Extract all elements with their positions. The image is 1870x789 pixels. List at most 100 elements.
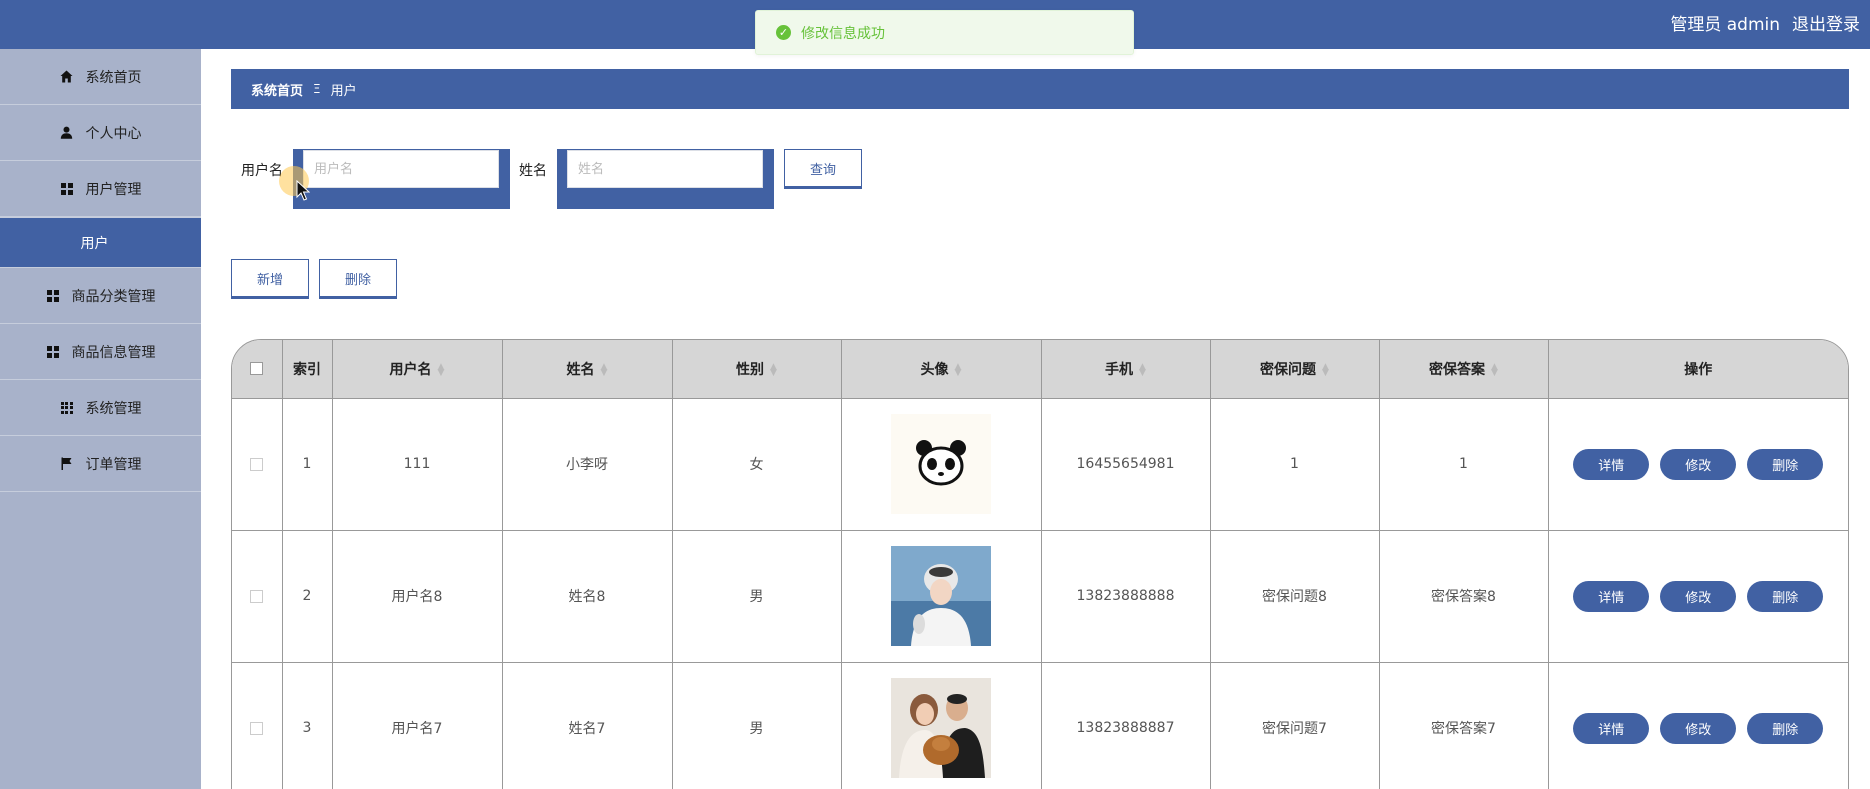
delete-button[interactable]: 删除: [1747, 580, 1824, 612]
column-header[interactable]: 头像 ▲ ▼: [841, 340, 1042, 399]
column-header-label: 头像: [920, 361, 949, 378]
edit-button[interactable]: 修改: [1660, 712, 1737, 744]
breadcrumb: 系统首页 Ξ 用户: [231, 69, 1849, 109]
detail-button[interactable]: 详情: [1573, 580, 1650, 612]
cell-gender: 女: [672, 398, 842, 531]
row-select-cell: [232, 530, 283, 663]
breadcrumb-current: 用户: [330, 83, 357, 99]
username-search-input[interactable]: [303, 150, 499, 188]
row-checkbox[interactable]: [250, 589, 264, 603]
panda-avatar: [891, 414, 991, 514]
sidebar-item-home[interactable]: 系统首页: [0, 49, 201, 105]
edit-button[interactable]: 修改: [1660, 580, 1737, 612]
sidebar-item-product-management[interactable]: 商品信息管理: [0, 324, 201, 380]
cell-avatar: [841, 530, 1042, 663]
cell-name: 姓名8: [502, 530, 673, 663]
row-checkbox[interactable]: [250, 721, 264, 735]
sort-icon[interactable]: ▲ ▼: [1491, 362, 1498, 377]
sidebar-item-label: 订单管理: [85, 456, 142, 473]
user-icon: [60, 126, 74, 140]
column-header[interactable]: 姓名 ▲ ▼: [502, 340, 673, 399]
delete-button[interactable]: 删除: [1747, 448, 1824, 480]
grid-icon: [60, 182, 74, 196]
sort-icon[interactable]: ▲ ▼: [770, 362, 777, 377]
home-icon: [60, 70, 74, 84]
cell-username: 111: [332, 398, 503, 531]
grid-icon: [46, 289, 60, 303]
detail-button[interactable]: 详情: [1573, 448, 1650, 480]
edit-button[interactable]: 修改: [1660, 448, 1737, 480]
cell-question: 密保问题8: [1210, 530, 1380, 663]
sort-icon[interactable]: ▲ ▼: [1322, 362, 1329, 377]
sidebar-item-label: 系统首页: [85, 69, 142, 86]
cell-operations: 详情 修改 删除: [1548, 530, 1848, 663]
sidebar-item-label: 商品信息管理: [71, 344, 156, 361]
table-row: 3 用户名7 姓名7 男 13823888887 密保问题7 密保答案7 详情 …: [232, 662, 1848, 789]
sidebar: 系统首页 个人中心 用户管理 用户 商品分类管理 商品信息管理 系统管理 订单管…: [0, 49, 201, 789]
sort-icon[interactable]: ▲ ▼: [438, 362, 445, 377]
toast-message: 修改信息成功: [801, 25, 885, 42]
query-button[interactable]: 查询: [784, 149, 862, 189]
column-header: 索引: [282, 340, 333, 399]
cell-index: 1: [282, 398, 333, 531]
table-header-row: 索引 用户名 ▲ ▼ 姓名 ▲ ▼ 性别 ▲ ▼ 头像 ▲ ▼ 手机 ▲ ▼ 密保问题 ▲ ▼ 密保答案…: [232, 340, 1848, 399]
column-header-label: 手机: [1105, 361, 1134, 378]
column-header[interactable]: 密保问题 ▲ ▼: [1210, 340, 1380, 399]
sort-icon[interactable]: ▲ ▼: [955, 362, 962, 377]
add-button[interactable]: 新增: [231, 259, 309, 299]
sort-icon[interactable]: ▲ ▼: [601, 362, 608, 377]
cell-operations: 详情 修改 删除: [1548, 662, 1848, 789]
select-all-cell: [232, 340, 283, 399]
detail-button[interactable]: 详情: [1573, 712, 1650, 744]
column-header[interactable]: 手机 ▲ ▼: [1041, 340, 1211, 399]
mouse-pointer-icon: [296, 179, 311, 206]
row-checkbox[interactable]: [250, 457, 264, 471]
column-header[interactable]: 密保答案 ▲ ▼: [1379, 340, 1549, 399]
photo-avatar: [891, 546, 991, 646]
sidebar-subitem-users[interactable]: 用户: [0, 217, 201, 268]
row-select-cell: [232, 662, 283, 789]
select-all-checkbox[interactable]: [250, 362, 264, 376]
sidebar-item-label: 商品分类管理: [71, 288, 156, 305]
table-row: 1 111 小李呀 女 16455654981 1 1 详情 修改 删除: [232, 398, 1848, 531]
cell-name: 姓名7: [502, 662, 673, 789]
cell-question: 1: [1210, 398, 1380, 531]
name-search-input[interactable]: [567, 150, 763, 188]
success-toast: ✓ 修改信息成功: [755, 10, 1134, 55]
user-area: 管理员 admin 退出登录: [1670, 10, 1860, 35]
sidebar-item-label: 用户管理: [85, 181, 142, 198]
photo-avatar: [891, 678, 991, 778]
delete-button[interactable]: 删除: [1747, 712, 1824, 744]
username-label: 用户名: [241, 163, 283, 179]
sidebar-item-order-management[interactable]: 订单管理: [0, 436, 201, 492]
cell-avatar: [841, 662, 1042, 789]
sidebar-item-category-management[interactable]: 商品分类管理: [0, 268, 201, 324]
cell-phone: 13823888887: [1041, 662, 1211, 789]
column-header[interactable]: 性别 ▲ ▼: [672, 340, 842, 399]
sidebar-item-system-management[interactable]: 系统管理: [0, 380, 201, 436]
breadcrumb-home[interactable]: 系统首页: [251, 80, 303, 99]
name-label: 姓名: [519, 163, 547, 179]
sort-icon[interactable]: ▲ ▼: [1139, 362, 1146, 377]
column-header-label: 密保答案: [1429, 361, 1486, 378]
logout-link[interactable]: 退出登录: [1792, 10, 1860, 35]
sidebar-item-label: 系统管理: [85, 400, 142, 417]
cell-name: 小李呀: [502, 398, 673, 531]
cell-index: 2: [282, 530, 333, 663]
column-header-label: 密保问题: [1260, 361, 1317, 378]
grid-icon: [46, 345, 60, 359]
column-header-label: 用户名: [389, 361, 432, 378]
sidebar-item-profile[interactable]: 个人中心: [0, 105, 201, 161]
flag-icon: [60, 457, 74, 471]
column-header-label: 性别: [736, 361, 765, 378]
column-header[interactable]: 用户名 ▲ ▼: [332, 340, 503, 399]
check-circle-icon: ✓: [776, 25, 791, 40]
breadcrumb-separator: Ξ: [313, 82, 321, 96]
batch-delete-button[interactable]: 删除: [319, 259, 397, 299]
sidebar-subitem-label: 用户: [80, 235, 109, 252]
cell-username: 用户名7: [332, 662, 503, 789]
cell-avatar: [841, 398, 1042, 531]
sidebar-item-user-management[interactable]: 用户管理: [0, 161, 201, 217]
cell-gender: 男: [672, 662, 842, 789]
cell-phone: 13823888888: [1041, 530, 1211, 663]
